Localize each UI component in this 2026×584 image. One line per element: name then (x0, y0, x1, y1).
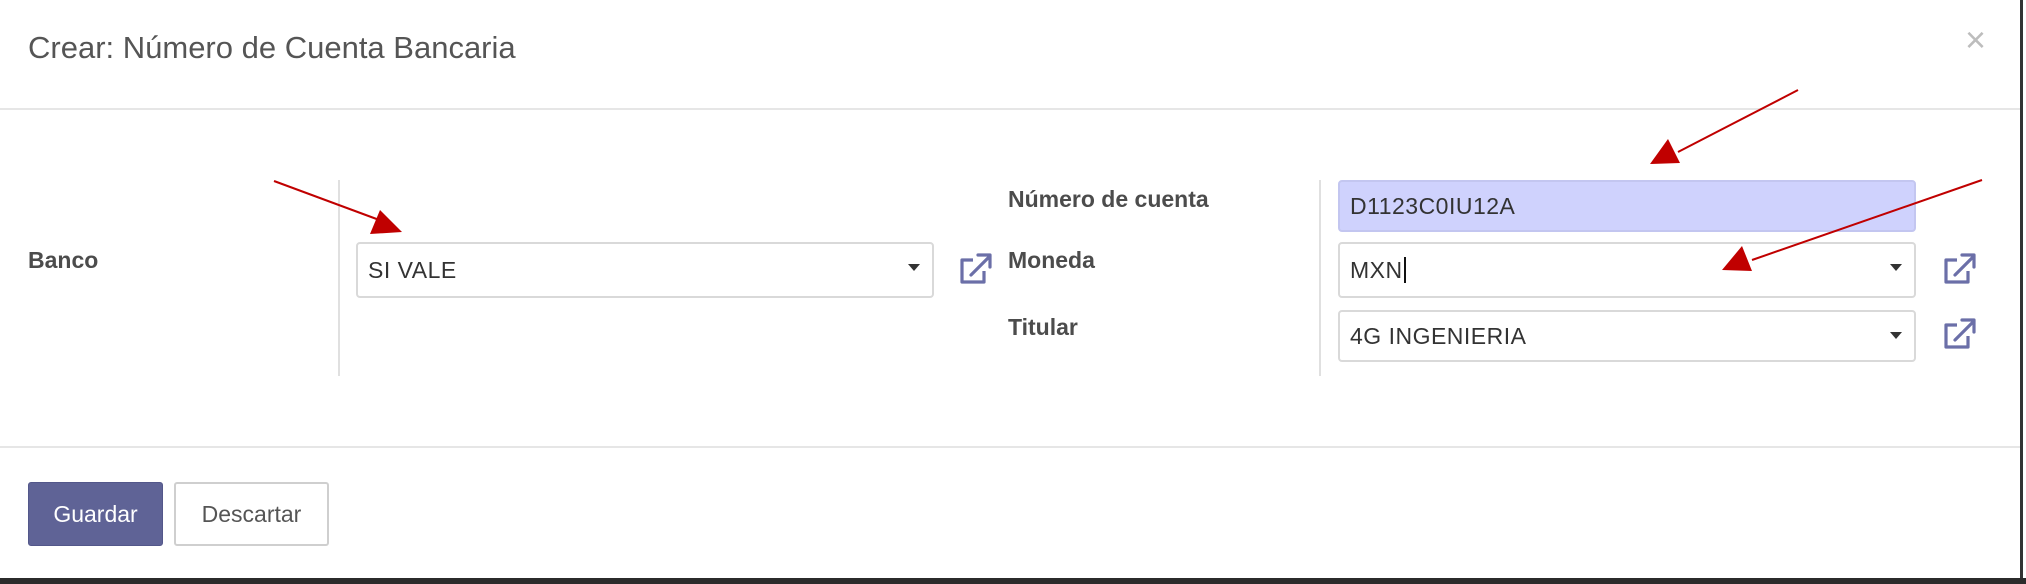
red-arrow (273, 180, 402, 234)
red-arrow (1722, 179, 1983, 271)
red-arrow (1650, 89, 1799, 164)
annotation-layer (273, 89, 1983, 271)
